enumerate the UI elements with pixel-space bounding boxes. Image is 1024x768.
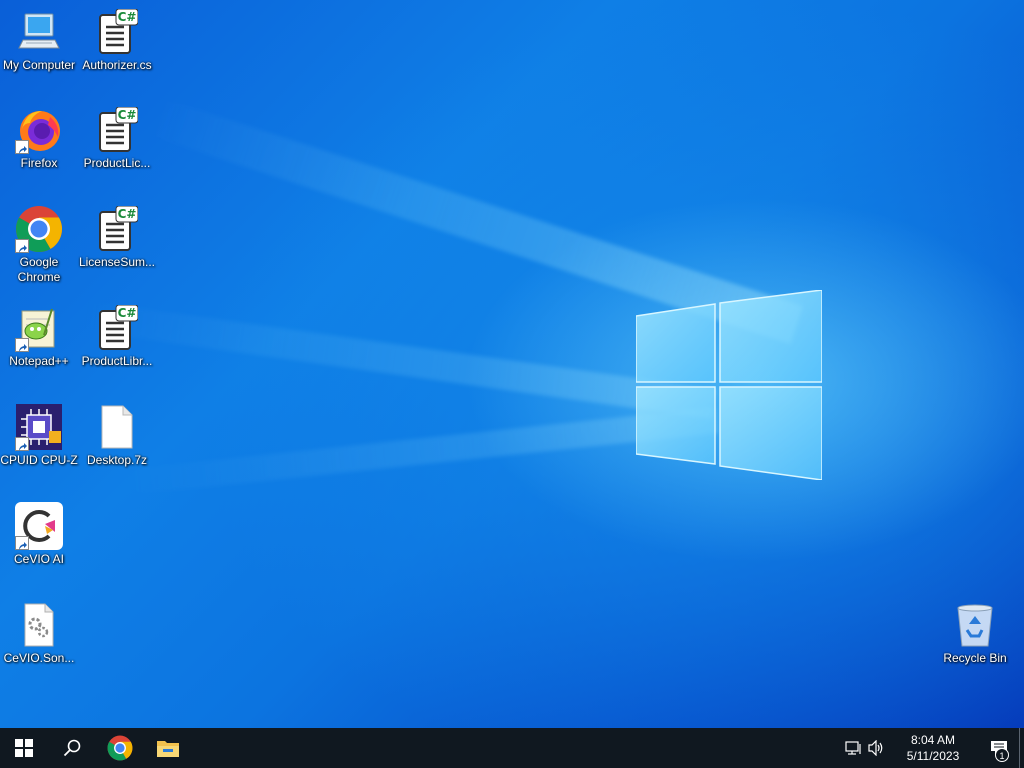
start-button[interactable] — [0, 728, 48, 768]
recycle-bin-icon — [951, 601, 999, 649]
desktop-icon-cpuid-cpu-z[interactable]: CPUID CPU-Z — [0, 403, 78, 468]
windows-start-icon — [15, 739, 33, 757]
show-desktop-button[interactable] — [1019, 728, 1024, 768]
wallpaper-light-beam — [77, 300, 716, 419]
system-tray: 8:04 AM 5/11/2023 1 — [843, 728, 1024, 768]
taskbar-chrome-button[interactable] — [96, 728, 144, 768]
desktop[interactable]: My Computer Firefox Google Chrome Notepa… — [0, 0, 1024, 728]
csharp-file-icon: C# — [93, 8, 141, 56]
volume-icon — [868, 740, 883, 756]
svg-text:C#: C# — [118, 207, 137, 221]
desktop-icon-authorizer-cs[interactable]: C# Authorizer.cs — [78, 8, 156, 73]
desktop-icon-label: LicenseSum... — [78, 255, 156, 269]
cevio-icon — [15, 502, 63, 550]
cpuz-icon — [15, 403, 63, 451]
chrome-icon — [107, 735, 133, 761]
wallpaper-light-beam — [118, 407, 719, 496]
search-button[interactable] — [48, 728, 96, 768]
settings-file-icon — [15, 601, 63, 649]
clock-date: 5/11/2023 — [906, 749, 960, 763]
desktop-icon-cevio-ai[interactable]: CeVIO AI — [0, 502, 78, 567]
desktop-icon-label: Recycle Bin — [943, 651, 1007, 665]
windows-wallpaper-logo — [636, 290, 822, 480]
desktop-icon-cevio-son[interactable]: CeVIO.Son... — [0, 601, 78, 666]
shortcut-arrow-icon — [15, 536, 29, 550]
desktop-icon-label: Notepad++ — [9, 354, 69, 368]
volume-button[interactable] — [865, 728, 887, 768]
desktop-icon-productlic[interactable]: C# ProductLic... — [78, 106, 156, 171]
computer-icon — [15, 8, 63, 56]
desktop-icon-notepadpp[interactable]: Notepad++ — [0, 304, 78, 369]
desktop-icon-label: ProductLibr... — [81, 354, 153, 368]
csharp-file-icon: C# — [93, 205, 141, 253]
shortcut-arrow-icon — [15, 338, 29, 352]
action-center-button[interactable]: 1 — [979, 728, 1019, 768]
taskbar: 8:04 AM 5/11/2023 1 — [0, 728, 1024, 768]
desktop-icon-label: Authorizer.cs — [82, 58, 152, 72]
shortcut-arrow-icon — [15, 437, 29, 451]
file-explorer-icon — [157, 741, 179, 757]
desktop-icon-label: My Computer — [2, 58, 76, 72]
clock[interactable]: 8:04 AM 5/11/2023 — [897, 732, 969, 764]
csharp-file-icon: C# — [93, 304, 141, 352]
desktop-icon-label: Desktop.7z — [86, 453, 148, 467]
desktop-icon-recycle-bin[interactable]: Recycle Bin — [936, 601, 1014, 666]
desktop-icon-google-chrome[interactable]: Google Chrome — [0, 205, 78, 285]
desktop-icon-label: Google Chrome — [17, 255, 61, 284]
svg-text:C#: C# — [118, 306, 137, 320]
desktop-icon-desktop-7z[interactable]: Desktop.7z — [78, 403, 156, 468]
desktop-icon-firefox[interactable]: Firefox — [0, 106, 78, 171]
shortcut-arrow-icon — [15, 140, 29, 154]
svg-text:C#: C# — [118, 108, 137, 122]
desktop-icon-licensesum[interactable]: C# LicenseSum... — [78, 205, 156, 270]
network-icon — [845, 741, 861, 755]
desktop-icon-label: CeVIO.Son... — [3, 651, 75, 665]
desktop-icon-my-computer[interactable]: My Computer — [0, 8, 78, 73]
desktop-icon-label: ProductLic... — [83, 156, 151, 170]
firefox-icon — [15, 106, 63, 154]
desktop-icon-productlibr[interactable]: C# ProductLibr... — [78, 304, 156, 369]
csharp-file-icon: C# — [93, 106, 141, 154]
desktop-icon-label: CeVIO AI — [13, 552, 65, 566]
shortcut-arrow-icon — [15, 239, 29, 253]
clock-time: 8:04 AM — [910, 733, 956, 747]
chrome-icon — [15, 205, 63, 253]
search-icon — [63, 739, 81, 757]
taskbar-file-explorer-button[interactable] — [144, 728, 192, 768]
notepadpp-icon — [15, 304, 63, 352]
network-button[interactable] — [843, 728, 865, 768]
svg-text:C#: C# — [118, 10, 137, 24]
blank-file-icon — [93, 403, 141, 451]
desktop-icon-label: Firefox — [20, 156, 58, 170]
notification-count-badge: 1 — [995, 748, 1009, 762]
desktop-icon-label: CPUID CPU-Z — [0, 453, 78, 467]
